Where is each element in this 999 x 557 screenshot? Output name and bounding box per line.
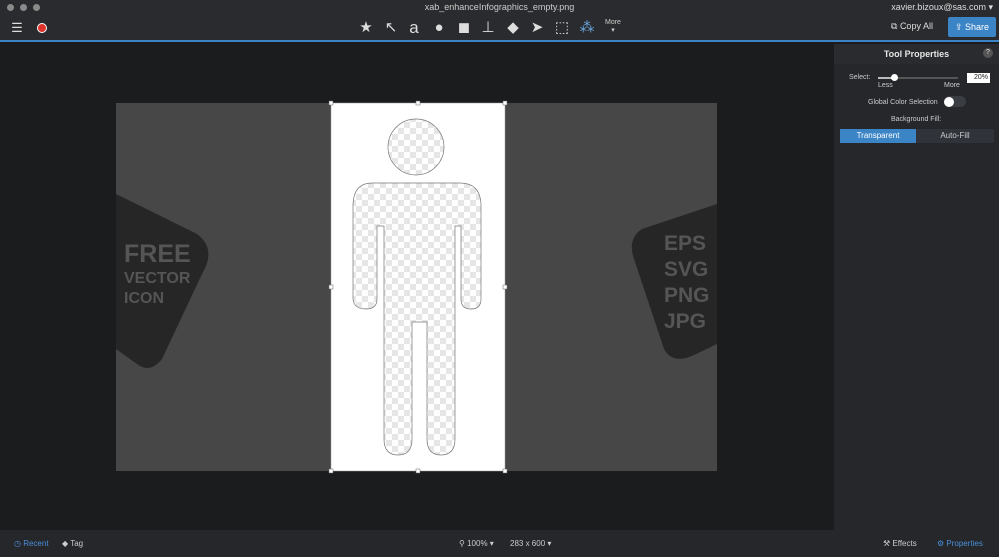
tag-button[interactable]: ◆ Tag [62, 539, 83, 548]
share-label: Share [965, 22, 990, 32]
chevron-down-icon: ▾ [611, 27, 615, 34]
selection-tool-icon[interactable]: ➤ [527, 18, 547, 38]
help-icon[interactable]: ? [983, 48, 993, 58]
zoom-icon: ⚲ [459, 539, 468, 548]
zoom-value: 100% ▾ [467, 539, 494, 548]
record-button[interactable] [32, 18, 52, 38]
properties-label: Properties [946, 539, 983, 548]
user-account-menu[interactable]: xavier.bizoux@sas.com ▾ [891, 2, 993, 13]
background-fill-label: Background Fill: [891, 116, 942, 123]
more-label: More [605, 19, 621, 26]
fill-tool-icon[interactable]: ◆ [503, 18, 523, 38]
fill-option-transparent[interactable]: Transparent [840, 129, 916, 143]
more-label: More [944, 82, 960, 89]
window-title: xab_enhanceInfographics_empty.png [424, 2, 575, 12]
select-label: Select: [849, 74, 871, 81]
shapes-tool-icon[interactable]: ◼ [454, 18, 474, 38]
status-bar: ◷ Recent ◆ Tag ⚲ 100% ▾ 283 x 600 ▾ ⚒ Ef… [0, 530, 999, 557]
select-slider[interactable] [878, 74, 958, 81]
share-button[interactable]: ⇪ Share [948, 17, 996, 37]
fill-option-auto-fill[interactable]: Auto-Fill [916, 129, 994, 143]
toolbar: ☰ ★ ↖ a ● ◼ ⊥ ◆ ➤ ⬚ ⁂ More ▾ ⧉ Copy All ⇪… [0, 14, 999, 42]
recent-label: Recent [23, 539, 49, 548]
rect-select-tool-icon[interactable]: ⬚ [552, 18, 572, 38]
star-tool-icon[interactable]: ★ [356, 18, 376, 38]
image-size-menu[interactable]: 283 x 600 ▾ [510, 539, 551, 548]
global-color-label: Global Color Selection [868, 99, 938, 106]
effects-button[interactable]: ⚒ Effects [883, 539, 917, 548]
person-head [387, 118, 445, 176]
tool-properties-panel: Tool Properties ? Select: Less More 20% … [834, 44, 999, 530]
global-color-toggle[interactable] [944, 96, 966, 107]
panel-title: Tool Properties [883, 49, 950, 59]
image-canvas[interactable]: FREE VECTOR ICON EPS SVG PNG JPG [2, 44, 834, 530]
copy-icon: ⧉ [891, 21, 900, 31]
properties-button[interactable]: ⚙ Properties [937, 539, 983, 548]
tag-label: Tag [70, 539, 84, 548]
more-tools-button[interactable]: More ▾ [605, 19, 621, 34]
canvas-area[interactable]: FREE VECTOR ICON EPS SVG PNG JPG [2, 44, 834, 530]
record-icon [37, 23, 47, 33]
copy-all-label: Copy All [899, 21, 933, 31]
gear-icon: ⚙ [937, 539, 947, 548]
clock-icon: ◷ [14, 539, 24, 548]
magic-wand-tool-icon[interactable]: ⁂ [577, 18, 597, 38]
text-tool-icon[interactable]: a [404, 18, 424, 38]
effects-label: Effects [892, 539, 917, 548]
share-icon: ⇪ [954, 22, 965, 32]
callout-tool-icon[interactable]: ● [429, 18, 449, 38]
tag-icon: ◆ [62, 539, 71, 548]
stamp-tool-icon[interactable]: ⊥ [478, 18, 498, 38]
menu-icon[interactable]: ☰ [7, 18, 27, 38]
select-value-input[interactable]: 20% [967, 73, 990, 83]
copy-all-button[interactable]: ⧉ Copy All [891, 21, 933, 32]
title-bar: xab_enhanceInfographics_empty.png xavier… [0, 0, 999, 14]
arrow-tool-icon[interactable]: ↖ [381, 18, 401, 38]
less-label: Less [878, 82, 893, 89]
wand-icon: ⚒ [883, 539, 893, 548]
zoom-menu[interactable]: ⚲ 100% ▾ [459, 539, 494, 548]
recent-button[interactable]: ◷ Recent [14, 539, 49, 548]
slider-thumb[interactable] [890, 74, 898, 81]
